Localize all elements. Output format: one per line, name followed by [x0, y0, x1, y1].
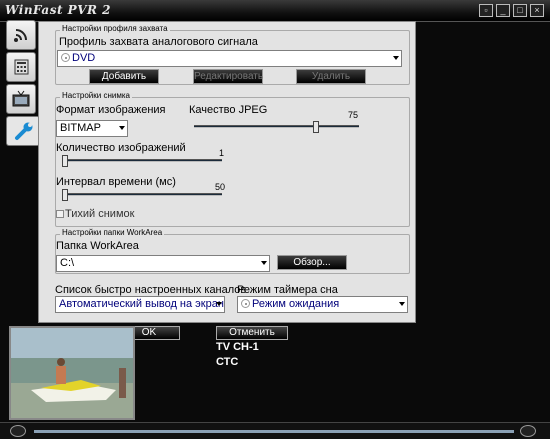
capture-profile-value: DVD: [72, 52, 96, 64]
chevron-down-icon: [393, 56, 399, 60]
capture-profile-label: Профиль захвата аналогового сигнала: [59, 36, 258, 48]
snapshot-legend: Настройки снимка: [60, 91, 132, 100]
cancel-button[interactable]: Отменить: [216, 326, 288, 340]
image-count-label: Количество изображений: [56, 142, 186, 154]
image-count-value: 1: [219, 148, 225, 158]
prev-icon[interactable]: [10, 425, 26, 437]
title-bar[interactable]: WinFast PVR 2 ▫ _ □ ×: [0, 0, 550, 22]
settings-panel: Настройки профиля захвата Профиль захват…: [38, 21, 416, 323]
image-format-select[interactable]: BITMAP: [56, 120, 128, 137]
chevron-down-icon: [399, 302, 405, 306]
tab-signal[interactable]: [6, 20, 36, 50]
workarea-path-value: C:\: [60, 257, 75, 269]
disc-icon: [61, 53, 70, 62]
maximize-icon[interactable]: □: [513, 4, 527, 17]
wrench-icon: [14, 122, 32, 140]
sleep-timer-value: Режим ожидания: [252, 298, 340, 310]
app-window: WinFast PVR 2 ▫ _ □ × Настройки профиля …: [0, 0, 550, 439]
jpeg-quality-slider[interactable]: [313, 121, 320, 133]
channel-list-select[interactable]: Автоматический вывод на экран: [55, 296, 225, 313]
tab-tv[interactable]: [6, 84, 36, 114]
workarea-group: Настройки папки WorkArea Папка WorkArea …: [55, 228, 410, 274]
jpeg-quality-track[interactable]: [194, 125, 359, 128]
silent-snapshot-label: Тихий снимок: [65, 208, 135, 220]
capture-profile-group: Настройки профиля захвата Профиль захват…: [55, 24, 410, 85]
image-count-slider[interactable]: [62, 155, 68, 167]
jet-ski-image: [11, 328, 133, 418]
station-name: СТС: [216, 356, 239, 368]
next-icon[interactable]: [520, 425, 536, 437]
timer-icon: [241, 299, 250, 308]
image-format-value: BITMAP: [60, 122, 101, 134]
tab-remote[interactable]: [6, 52, 36, 82]
time-interval-value: 50: [215, 182, 226, 192]
time-interval-slider[interactable]: [62, 189, 68, 201]
edit-profile-button[interactable]: Редактировать: [193, 69, 263, 84]
jpeg-quality-label: Качество JPEG: [189, 104, 268, 116]
time-interval-label: Интервал времени (мс): [56, 176, 176, 188]
chevron-down-icon: [119, 126, 125, 130]
seek-bar[interactable]: [34, 430, 514, 433]
channel-list-value: Автоматический вывод на экран: [59, 298, 224, 310]
workarea-path-select[interactable]: C:\: [56, 255, 270, 272]
close-icon[interactable]: ×: [530, 4, 544, 17]
settings-tabs: [6, 20, 40, 148]
image-format-label: Формат изображения: [56, 104, 166, 116]
tv-icon: [12, 90, 30, 107]
add-profile-button[interactable]: Добавить: [89, 69, 159, 84]
minimize-icon[interactable]: _: [496, 4, 510, 17]
jpeg-quality-value: 75: [348, 110, 359, 120]
chevron-down-icon: [216, 302, 222, 306]
workarea-label: Папка WorkArea: [56, 240, 139, 252]
workarea-legend: Настройки папки WorkArea: [60, 228, 165, 237]
time-interval-track[interactable]: [62, 193, 222, 196]
channel-number: TV CH-1: [216, 341, 259, 353]
snapshot-group: Настройки снимка Формат изображения BITM…: [55, 91, 410, 227]
delete-profile-button[interactable]: Удалить: [296, 69, 366, 84]
silent-snapshot-checkbox[interactable]: [56, 210, 64, 218]
video-preview[interactable]: [9, 326, 135, 420]
browse-button[interactable]: Обзор...: [277, 255, 347, 270]
sleep-timer-select[interactable]: Режим ожидания: [237, 296, 408, 313]
tab-tools[interactable]: [6, 116, 40, 146]
bottom-bar: [0, 422, 550, 439]
capture-profile-select[interactable]: DVD: [57, 50, 402, 67]
image-count-track[interactable]: [62, 159, 222, 162]
sleep-timer-label: Режим таймера сна: [237, 284, 338, 296]
app-title: WinFast PVR 2: [5, 3, 111, 17]
chevron-down-icon: [261, 261, 267, 265]
restore-icon[interactable]: ▫: [479, 4, 493, 17]
capture-profile-legend: Настройки профиля захвата: [60, 24, 170, 33]
keypad-icon: [14, 59, 29, 75]
signal-icon: [14, 29, 27, 42]
channel-list-label: Список быстро настроенных каналов: [55, 284, 247, 296]
